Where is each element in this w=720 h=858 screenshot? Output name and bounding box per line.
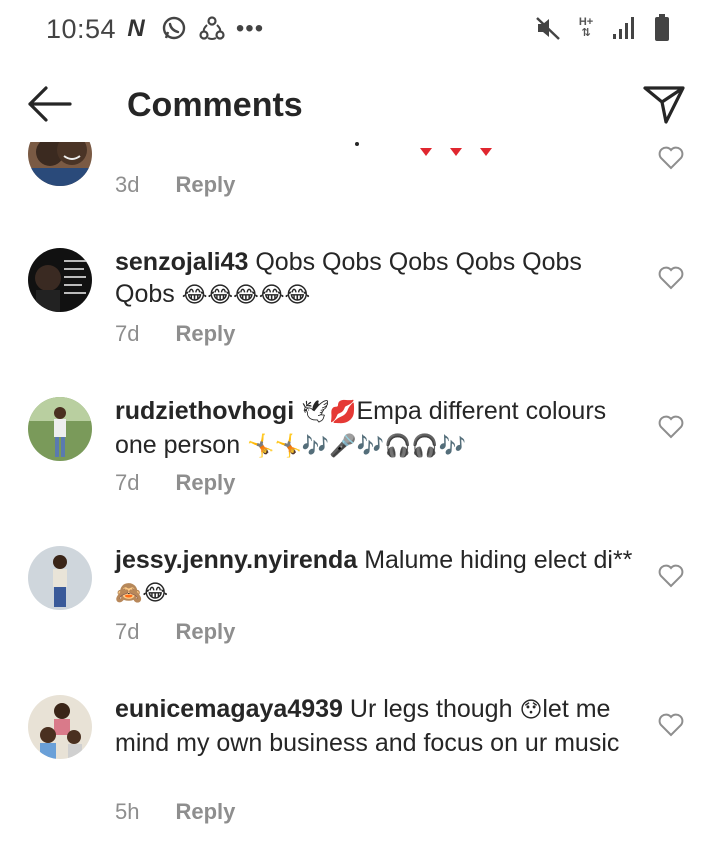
comment-text: Malume hiding elect di** [357, 546, 633, 574]
heart-icon[interactable] [658, 266, 684, 290]
reply-button[interactable]: Reply [175, 619, 235, 645]
avatar[interactable] [28, 397, 92, 461]
back-button[interactable] [26, 84, 72, 124]
reply-button[interactable]: Reply [175, 470, 235, 496]
comment-meta: 3d Reply [115, 172, 235, 198]
comment-age: 3d [115, 172, 140, 197]
comment-text: Ur legs though [342, 695, 520, 723]
signal-icon [610, 14, 638, 42]
status-time: 10:54 [46, 14, 117, 44]
heart-icon[interactable] [658, 415, 684, 439]
comment-age: 7d [115, 321, 140, 346]
heart-emoji-icons [420, 148, 492, 156]
heart-icon[interactable] [658, 713, 684, 737]
comment-meta: 7d Reply [115, 470, 235, 496]
comments-list[interactable]: 3d Reply senzojali43 Qobs Qobs Qobs Qobs… [0, 142, 720, 858]
comment-username[interactable]: senzojali43 [115, 248, 248, 276]
heart-icon[interactable] [658, 564, 684, 588]
comment-item: senzojali43 Qobs Qobs Qobs Qobs Qobs Qob… [0, 244, 720, 364]
network-arrows-icon: ⇅ [581, 27, 591, 39]
comment-body: senzojali43 Qobs Qobs Qobs Qobs Qobs Qob… [115, 246, 640, 312]
comment-emojis: 🤸🤸🎶🎤🎶🎧🎧🎶 [247, 434, 467, 459]
comment-body: jessy.jenny.nyirenda Malume hiding elect… [115, 544, 640, 610]
status-left-icons: N ••• [122, 15, 264, 43]
comment-meta: 7d Reply [115, 321, 235, 347]
comment-username[interactable]: eunicemagaya4939 [115, 695, 343, 723]
arrow-left-icon [28, 86, 72, 122]
paper-plane-icon [643, 86, 685, 124]
battery-icon [648, 14, 676, 42]
sync-icon [198, 15, 226, 43]
more-dots-icon: ••• [235, 15, 265, 42]
comment-emojis-prefix: 🕊💋 [294, 400, 357, 425]
comment-username[interactable]: rudziethovhogi [115, 397, 294, 425]
comment-item: eunicemagaya4939 Ur legs though 😯let me … [0, 691, 720, 851]
comment-body: eunicemagaya4939 Ur legs though 😯let me … [115, 693, 640, 759]
avatar[interactable] [28, 142, 92, 186]
reply-button[interactable]: Reply [175, 321, 235, 347]
reply-button[interactable]: Reply [175, 799, 235, 825]
text-fragment [355, 142, 359, 146]
status-bar: 10:54 N ••• H+ ⇅ [0, 0, 720, 58]
avatar[interactable] [28, 248, 92, 312]
reply-button[interactable]: Reply [175, 172, 235, 198]
whatsapp-icon [160, 15, 188, 43]
comment-meta: 5h Reply [115, 799, 235, 825]
avatar[interactable] [28, 546, 92, 610]
comment-item: jessy.jenny.nyirenda Malume hiding elect… [0, 542, 720, 662]
comment-age: 5h [115, 799, 140, 824]
avatar[interactable] [28, 695, 92, 759]
comment-emojis: 😂😂😂😂😂 [181, 283, 311, 308]
n-icon: N [127, 15, 145, 42]
mute-icon [534, 14, 562, 42]
comment-item: rudziethovhogi 🕊💋Empa different colours … [0, 393, 720, 513]
network-icon: H+ ⇅ [572, 14, 600, 42]
page-title: Comments [127, 86, 303, 124]
comment-item: 3d Reply [0, 142, 720, 212]
comment-emojis: 😯 [519, 698, 543, 723]
comment-meta: 7d Reply [115, 619, 235, 645]
comment-username[interactable]: jessy.jenny.nyirenda [115, 546, 357, 574]
header-bar: Comments [0, 70, 720, 142]
comment-emojis: 🙈😂 [115, 581, 169, 606]
comment-age: 7d [115, 619, 140, 644]
comment-body: rudziethovhogi 🕊💋Empa different colours … [115, 395, 640, 463]
comment-age: 7d [115, 470, 140, 495]
heart-icon[interactable] [658, 146, 684, 170]
share-button[interactable] [642, 82, 686, 126]
status-right-icons: H+ ⇅ [534, 14, 676, 42]
